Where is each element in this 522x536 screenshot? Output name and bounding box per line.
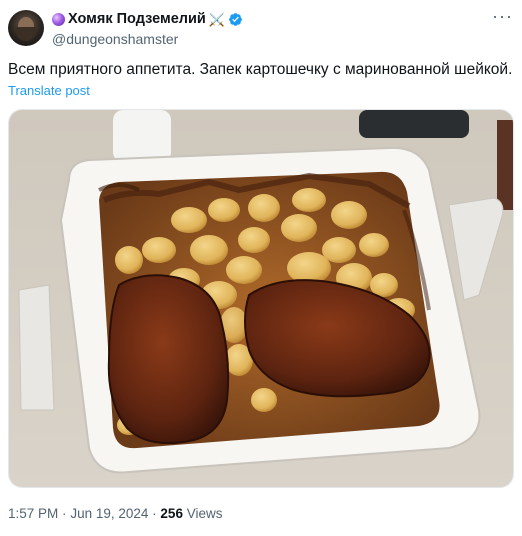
- verified-badge-icon: [229, 12, 242, 26]
- translate-post-link[interactable]: Translate post: [8, 83, 90, 98]
- post-date[interactable]: Jun 19, 2024: [70, 506, 148, 521]
- views-label[interactable]: Views: [187, 506, 223, 521]
- author-handle[interactable]: @dungeonshamster: [52, 31, 178, 47]
- meta-separator: ·: [62, 506, 67, 521]
- avatar[interactable]: [8, 10, 44, 46]
- meta-separator: ·: [152, 506, 157, 521]
- post-text: Всем приятного аппетита. Запек картошечк…: [8, 61, 513, 78]
- views-count[interactable]: 256: [160, 506, 183, 521]
- post-image[interactable]: [8, 109, 514, 488]
- more-options-icon[interactable]: ···: [492, 7, 512, 30]
- post-meta: 1:57 PM · Jun 19, 2024 · 256 Views: [8, 506, 223, 521]
- display-name[interactable]: Хомяк Подземелий: [68, 11, 206, 27]
- crossed-swords-icon: ⚔️: [208, 11, 225, 27]
- post-time[interactable]: 1:57 PM: [8, 506, 58, 521]
- author-name-row[interactable]: Хомяк Подземелий ⚔️: [52, 11, 243, 27]
- purple-orb-icon: [52, 12, 65, 26]
- baked-potatoes-photo: [9, 110, 513, 487]
- post-header: Хомяк Подземелий ⚔️ @dungeonshamster ···: [8, 7, 514, 50]
